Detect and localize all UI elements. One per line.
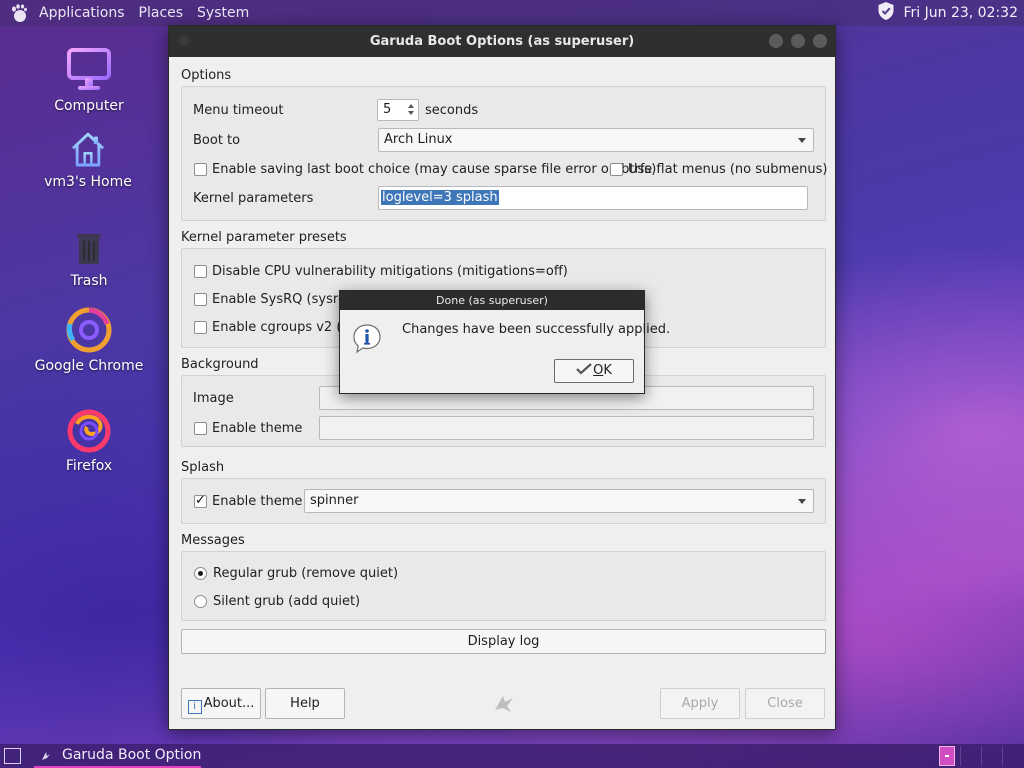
display-log-button[interactable]: Display log [181,629,826,654]
presets-heading: Kernel parameter presets [181,230,347,245]
splash-theme-checkbox[interactable] [194,493,207,508]
splash-theme-dropdown[interactable]: spinner [304,489,814,513]
splash-group: Enable theme spinner [181,478,826,524]
maximize-button[interactable] [791,34,805,48]
done-dialog: Done (as superuser) Changes have been su… [339,290,670,394]
desktop-icon-home[interactable]: vm3's Home [28,130,148,190]
regular-grub-label[interactable]: Regular grub (remove quiet) [213,566,398,581]
taskbar-item-label: Garuda Boot Option... [62,747,201,763]
spin-down-icon[interactable] [407,110,416,118]
home-icon [71,132,105,167]
regular-grub-radio[interactable] [194,567,207,580]
window-titlebar[interactable]: Garuda Boot Options (as superuser) [169,26,835,57]
window-controls [769,34,827,48]
ok-label-rest: K [603,363,612,378]
desktop-icon-label: vm3's Home [44,174,132,190]
help-button[interactable]: Help [265,688,345,719]
desktop-icon-trash[interactable]: Trash [29,229,149,289]
workspace-2[interactable] [960,746,980,766]
kernel-parameters-input[interactable]: loglevel=3 splash [378,186,808,210]
menu-timeout-spinbox[interactable]: 5 [377,99,419,121]
info-icon: i [187,700,202,714]
desktop-icon-computer[interactable]: Computer [29,46,149,114]
silent-grub-radio[interactable] [194,595,207,608]
applications-menu[interactable]: Applications [32,5,132,21]
flat-menus-checkbox[interactable] [610,163,623,176]
minimize-button[interactable] [769,34,783,48]
background-image-label: Image [193,391,234,406]
flat-menus-label[interactable]: Use flat menus (no submenus) [628,162,828,177]
boot-to-value: Arch Linux [384,132,453,147]
close-window-button[interactable] [813,34,827,48]
ok-mnemonic: O [593,363,604,378]
save-last-boot-checkbox[interactable] [194,163,207,176]
chrome-icon [66,307,112,353]
clock[interactable]: Fri Jun 23, 02:32 [903,5,1018,21]
dialog-message: Changes have been successfully applied. [402,322,671,337]
mitigations-label[interactable]: Disable CPU vulnerability mitigations (m… [212,264,568,279]
boot-to-dropdown[interactable]: Arch Linux [378,128,814,152]
garuda-logo-icon [491,690,517,716]
close-button[interactable]: Close [745,688,825,719]
boot-to-label: Boot to [193,133,241,148]
desktop-icon-label: Firefox [65,458,113,474]
about-label: About... [203,696,255,711]
window-title: Garuda Boot Options (as superuser) [369,34,635,49]
info-bubble-icon [351,322,383,354]
app-icon [42,752,50,760]
desktop-icon-label: Trash [70,273,108,289]
top-menu: Applications Places System [0,0,256,26]
kernel-parameters-value: loglevel=3 splash [381,190,499,205]
desktop-icon-label: Computer [54,98,124,114]
kernel-parameters-label: Kernel parameters [193,191,314,206]
chevron-down-icon [798,499,806,504]
mitigations-checkbox[interactable] [194,265,207,278]
splash-heading: Splash [181,460,225,475]
gnome-foot-icon[interactable] [6,0,32,26]
menu-timeout-value: 5 [383,102,392,117]
background-heading: Background [181,357,259,372]
desktop-icon-firefox[interactable]: Firefox [29,406,149,474]
shield-icon[interactable] [877,1,895,25]
dialog-title[interactable]: Done (as superuser) [340,291,644,310]
splash-theme-value: spinner [310,493,359,508]
window-menu-icon[interactable] [179,36,189,46]
background-theme-field[interactable] [319,416,814,440]
taskbar-item-garuda-boot-options[interactable]: Garuda Boot Option... [34,744,201,768]
check-hand-icon [576,361,592,375]
desktop-icon-chrome[interactable]: Google Chrome [29,306,149,374]
silent-grub-label[interactable]: Silent grub (add quiet) [213,594,360,609]
menu-timeout-label: Menu timeout [193,103,284,118]
workspace-4[interactable] [1002,746,1022,766]
desktop-icon-label: Google Chrome [34,358,144,374]
workspace-1[interactable] [939,746,955,766]
save-last-boot-label[interactable]: Enable saving last boot choice (may caus… [212,162,656,177]
background-theme-checkbox[interactable] [194,422,207,435]
workspace-3[interactable] [981,746,1001,766]
firefox-icon [67,409,111,453]
bottom-taskbar: Garuda Boot Option... [0,744,1024,768]
sysrq-checkbox[interactable] [194,293,207,306]
messages-group: Regular grub (remove quiet) Silent grub … [181,551,826,621]
spin-up-icon[interactable] [407,102,416,110]
chevron-down-icon [798,138,806,143]
top-panel-tray: Fri Jun 23, 02:32 [877,0,1018,26]
trash-icon [77,234,101,264]
about-button[interactable]: i About... [181,688,261,719]
ok-button[interactable]: OK [554,359,634,383]
background-theme-label[interactable]: Enable theme [212,421,302,436]
cgroups-checkbox[interactable] [194,321,207,334]
options-heading: Options [181,68,232,83]
places-menu[interactable]: Places [132,5,191,21]
splash-theme-label[interactable]: Enable theme [212,494,302,509]
messages-heading: Messages [181,533,245,548]
monitor-icon [67,48,111,90]
show-desktop-icon[interactable] [4,748,21,764]
options-group: Menu timeout 5 seconds Boot to Arch Linu… [181,86,828,221]
system-menu[interactable]: System [190,5,256,21]
menu-timeout-unit: seconds [425,103,479,118]
apply-button[interactable]: Apply [660,688,740,719]
top-panel: Applications Places System Fri Jun 23, 0… [0,0,1024,26]
